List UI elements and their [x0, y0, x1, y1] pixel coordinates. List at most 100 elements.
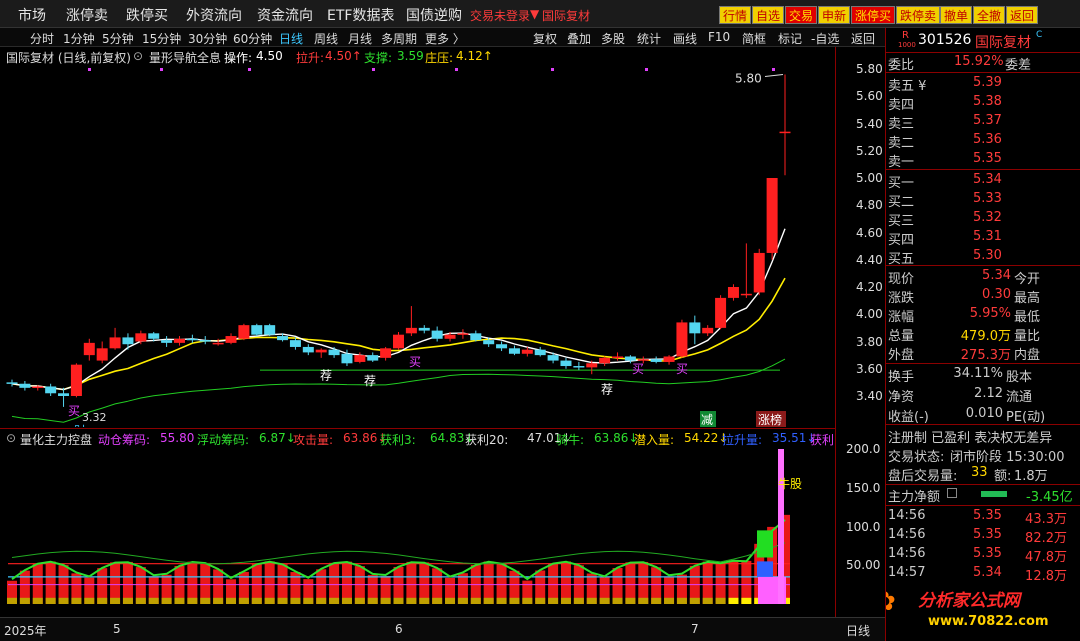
candle-body[interactable]	[302, 346, 314, 353]
menu-fund-flow[interactable]: 资金流向	[257, 5, 313, 25]
btn-cancel-order[interactable]: 撤单	[940, 6, 973, 24]
candle-body[interactable]	[328, 349, 340, 356]
candle-body[interactable]	[393, 334, 404, 349]
candle-body[interactable]	[624, 356, 636, 361]
menu-etf-table[interactable]: ETF数据表	[327, 5, 394, 25]
candle-body[interactable]	[6, 382, 18, 384]
menu-limit-down-buy[interactable]: 跌停买	[126, 5, 168, 25]
period-15min[interactable]: 15分钟	[142, 30, 181, 47]
tool-remove-watch[interactable]: -自选	[811, 30, 839, 47]
candle-body[interactable]	[32, 386, 44, 388]
tool-return[interactable]: 返回	[851, 30, 875, 47]
bid-row[interactable]: 买五 5.30	[886, 247, 1080, 267]
candlestick-chart[interactable]: 5.803.32财买荐荐荐买买买减涨榜	[0, 65, 835, 427]
ask-row[interactable]: 卖三 5.37	[886, 112, 1080, 132]
btn-trade[interactable]: 交易	[785, 6, 818, 24]
tool-adjust[interactable]: 复权	[533, 30, 557, 47]
candle-body[interactable]	[173, 338, 185, 343]
candle-body[interactable]	[457, 333, 469, 335]
candle-body[interactable]	[483, 340, 495, 345]
candle-body[interactable]	[766, 178, 778, 253]
candle-body[interactable]	[753, 252, 765, 293]
candle-body[interactable]	[573, 366, 585, 368]
candle-body[interactable]	[702, 327, 714, 334]
tool-f10[interactable]: F10	[708, 30, 730, 44]
candle-body[interactable]	[341, 353, 353, 364]
candle-body[interactable]	[264, 325, 276, 335]
indicator-chart[interactable]: 牛股	[0, 446, 835, 616]
candle-body[interactable]	[19, 383, 31, 388]
candle-body[interactable]	[135, 333, 147, 342]
candle-body[interactable]	[547, 355, 559, 361]
candle-body[interactable]	[238, 325, 250, 339]
candle-body[interactable]	[70, 364, 82, 396]
candle-body[interactable]	[508, 348, 520, 354]
ask-row[interactable]: 卖四 5.38	[886, 93, 1080, 113]
candle-body[interactable]	[251, 325, 263, 335]
candle-body[interactable]	[650, 359, 662, 362]
menu-limit-up-sell[interactable]: 涨停卖	[66, 5, 108, 25]
candle-body[interactable]	[689, 322, 701, 334]
candle-body[interactable]	[225, 336, 237, 343]
candle-body[interactable]	[637, 359, 649, 361]
candle-body[interactable]	[663, 356, 675, 362]
candle-body[interactable]	[315, 349, 327, 353]
candle-body[interactable]	[45, 386, 57, 394]
candle-body[interactable]	[715, 297, 727, 328]
menu-repo[interactable]: 国债逆购	[406, 5, 462, 25]
btn-cancel-all[interactable]: 全撤	[973, 6, 1006, 24]
tool-stats[interactable]: 统计	[637, 30, 661, 47]
ask-row[interactable]: 卖一 5.35	[886, 150, 1080, 170]
candle-body[interactable]	[148, 333, 160, 339]
bid-row[interactable]: 买一 5.34	[886, 171, 1080, 191]
period-intraday[interactable]: 分时	[30, 30, 54, 47]
candle-body[interactable]	[676, 322, 688, 357]
tool-multi-stock[interactable]: 多股	[601, 30, 625, 47]
period-more[interactable]: 更多 〉	[425, 30, 465, 47]
menu-market[interactable]: 市场	[18, 5, 46, 25]
candle-body[interactable]	[83, 342, 95, 356]
period-monthly[interactable]: 月线	[348, 30, 372, 47]
candle-body[interactable]	[367, 355, 379, 361]
period-5min[interactable]: 5分钟	[102, 30, 134, 47]
period-30min[interactable]: 30分钟	[188, 30, 227, 47]
tool-mark[interactable]: 标记	[778, 30, 802, 47]
indicator-toggle-icon[interactable]: ⊙	[133, 49, 143, 63]
candle-body[interactable]	[277, 336, 289, 341]
candle-body[interactable]	[470, 333, 482, 341]
period-daily[interactable]: 日线	[279, 30, 303, 47]
tool-overlay[interactable]: 叠加	[567, 30, 591, 47]
candle-body[interactable]	[212, 342, 224, 345]
period-weekly[interactable]: 周线	[314, 30, 338, 47]
btn-watchlist[interactable]: 自选	[752, 6, 785, 24]
candle-body[interactable]	[289, 340, 301, 347]
candle-body[interactable]	[199, 340, 211, 342]
candle-body[interactable]	[122, 337, 134, 345]
candle-body[interactable]	[560, 360, 572, 367]
bid-row[interactable]: 买三 5.32	[886, 209, 1080, 229]
period-multi[interactable]: 多周期	[381, 30, 417, 47]
tool-draw[interactable]: 画线	[673, 30, 697, 47]
candle-body[interactable]	[740, 293, 752, 296]
bid-row[interactable]: 买二 5.33	[886, 190, 1080, 210]
candle-body[interactable]	[354, 355, 366, 362]
period-60min[interactable]: 60分钟	[233, 30, 272, 47]
dropdown-icon[interactable]: ▼	[530, 7, 539, 21]
candle-body[interactable]	[186, 338, 198, 341]
tool-simple-frame[interactable]: 简框	[742, 30, 766, 47]
menu-foreign-flow[interactable]: 外资流向	[186, 5, 242, 25]
candle-body[interactable]	[612, 356, 624, 358]
candle-body[interactable]	[405, 327, 417, 334]
indicator-name[interactable]: 量形导航全息	[149, 49, 221, 66]
candle-body[interactable]	[96, 348, 108, 361]
candle-body[interactable]	[599, 357, 611, 364]
btn-limit-up-buy[interactable]: 涨停买	[851, 6, 896, 24]
candle-body[interactable]	[380, 348, 392, 358]
btn-return[interactable]: 返回	[1006, 6, 1039, 24]
period-1min[interactable]: 1分钟	[63, 30, 95, 47]
candle-body[interactable]	[779, 131, 791, 134]
candle-body[interactable]	[444, 334, 456, 339]
candle-body[interactable]	[418, 327, 430, 331]
ask-row[interactable]: 卖二 5.36	[886, 131, 1080, 151]
ask-row[interactable]: 卖五 ¥ 5.39	[886, 74, 1080, 94]
